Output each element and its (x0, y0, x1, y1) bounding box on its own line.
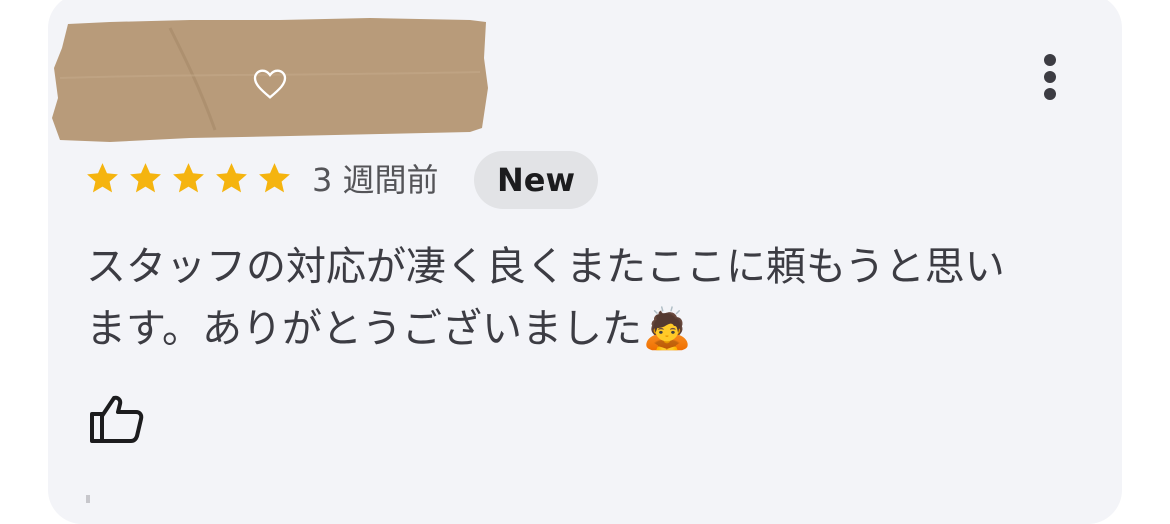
more-vertical-icon-dot (1044, 54, 1056, 66)
more-vertical-icon-dot (1044, 71, 1056, 83)
more-vertical-icon-dot (1044, 88, 1056, 100)
star-filled-icon (87, 163, 118, 193)
review-time-ago: 3 週間前 (312, 161, 439, 199)
divider-edge (86, 495, 90, 503)
review-text: スタッフの対応が凄く良くまたここに頼もうと思い ます。ありがとうございました🙇 (86, 236, 1076, 360)
thumbs-up-icon[interactable] (88, 394, 144, 444)
review-text-line: スタッフの対応が凄く良くまたここに頼もうと思い (86, 244, 1005, 290)
star-filled-icon (173, 163, 204, 193)
more-options-button[interactable] (1030, 50, 1070, 104)
new-badge: New (474, 151, 598, 209)
star-filled-icon (259, 163, 290, 193)
star-rating (84, 160, 299, 200)
heart-outline-icon (253, 69, 287, 99)
review-text-line: ます。ありがとうございました🙇 (86, 306, 692, 352)
star-filled-icon (216, 163, 247, 193)
star-filled-icon (130, 163, 161, 193)
